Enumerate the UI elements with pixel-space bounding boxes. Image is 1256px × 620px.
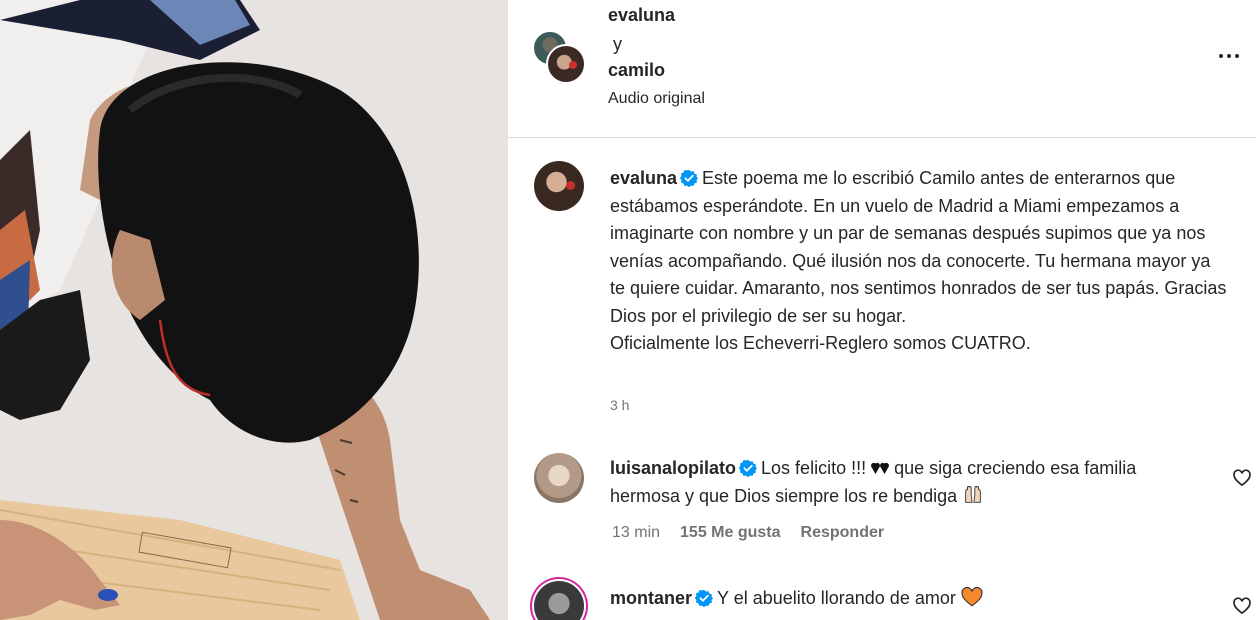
more-dot [1227, 54, 1231, 58]
comment-meta: 13 min 155 Me gusta Responder [612, 524, 884, 542]
avatar[interactable] [534, 581, 584, 620]
avatar [546, 44, 586, 84]
comment-username[interactable]: luisanalopilato [610, 458, 736, 478]
comment-body: Los felicito !!! [761, 458, 872, 478]
reply-button[interactable]: Responder [801, 524, 885, 542]
avatar[interactable] [534, 453, 584, 503]
more-options-button[interactable] [1214, 44, 1244, 68]
caption-body-line2: Oficialmente los Echeverri-Reglero somos… [610, 333, 1031, 353]
like-comment-heart-icon[interactable] [1232, 468, 1252, 488]
verified-badge-icon [695, 589, 714, 607]
audio-link[interactable]: Audio original [608, 90, 705, 108]
post-header: evaluna y camilo Audio original [508, 0, 1256, 138]
comment-item: luisanalopilato Los felicito !!! que siga… [508, 450, 1256, 560]
post-caption: evaluna Este poema me lo escribió Camilo … [508, 138, 1256, 438]
header-connector: y [613, 34, 622, 54]
comment-text: montaner Y el abuelito llorando de amor [610, 584, 1200, 612]
post-media[interactable] [0, 0, 508, 620]
verified-badge-icon [680, 169, 699, 187]
post-details-panel: evaluna y camilo Audio original evaluna E… [508, 0, 1256, 620]
collab-avatars[interactable] [532, 30, 588, 86]
raising-hands-emoji-icon [965, 485, 981, 503]
more-horizontal-icon [1219, 54, 1223, 58]
like-comment-heart-icon[interactable] [1232, 596, 1252, 616]
avatar[interactable] [534, 161, 584, 211]
media-scene [0, 0, 508, 620]
comment-item: montaner Y el abuelito llorando de amor [508, 578, 1256, 620]
header-username[interactable]: camilo [608, 60, 665, 81]
comment-text: luisanalopilato Los felicito !!! que siga… [610, 454, 1200, 510]
verified-badge-icon [739, 459, 758, 477]
orange-heart-emoji-icon [961, 587, 983, 607]
comment-username[interactable]: montaner [610, 588, 692, 608]
header-username[interactable]: evaluna [608, 5, 675, 26]
caption-timestamp[interactable]: 3 h [610, 397, 629, 413]
black-hearts-emoji-icon [871, 462, 890, 474]
comment-body: Y el abuelito llorando de amor [717, 588, 961, 608]
comment-likes[interactable]: 155 Me gusta [680, 524, 780, 542]
caption-body: Este poema me lo escribió Camilo antes d… [610, 168, 1227, 326]
comment-timestamp[interactable]: 13 min [612, 524, 660, 542]
caption-text: evaluna Este poema me lo escribió Camilo … [610, 165, 1230, 358]
caption-username[interactable]: evaluna [610, 168, 677, 188]
more-dot [1235, 54, 1239, 58]
